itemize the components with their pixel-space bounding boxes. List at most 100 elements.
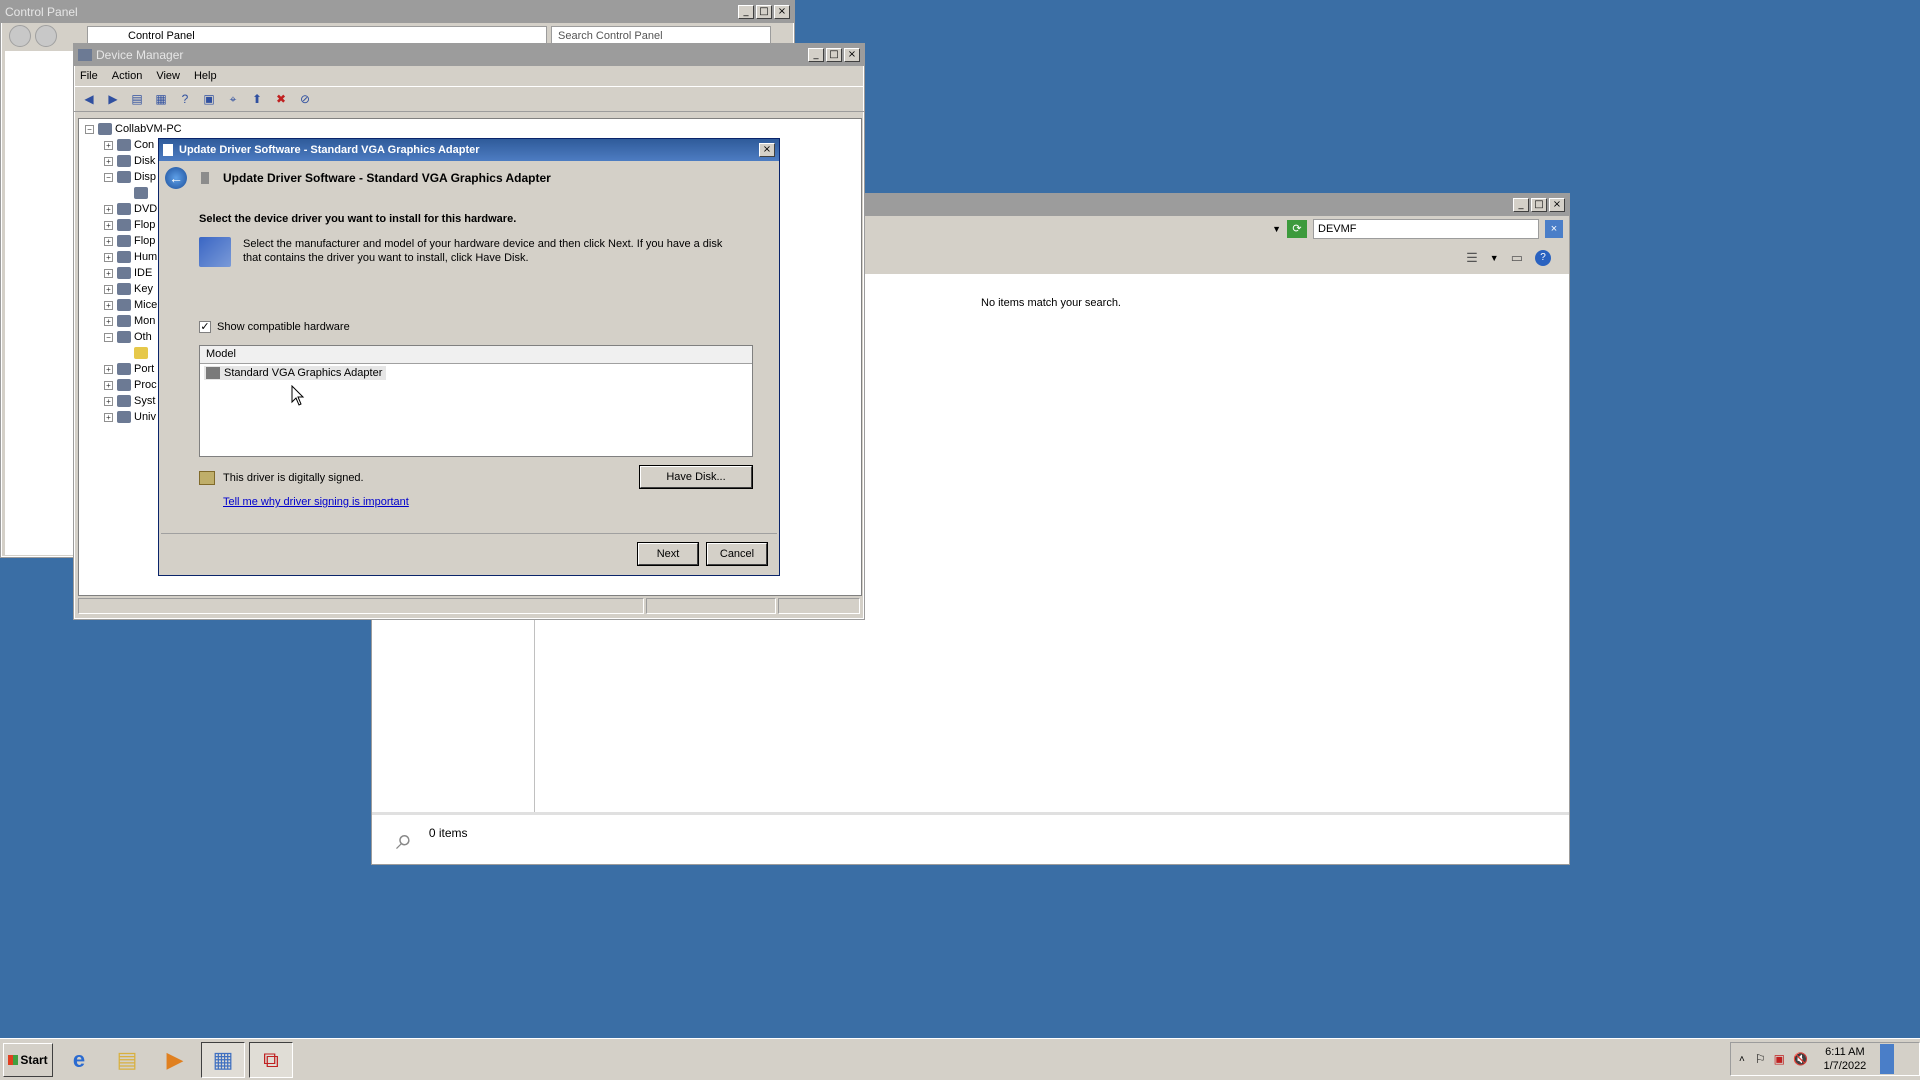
device-manager-titlebar[interactable]: Device Manager _ □ × xyxy=(74,44,864,66)
device-category-icon xyxy=(117,219,131,231)
help-icon[interactable]: ? xyxy=(176,90,194,108)
device-category-icon xyxy=(117,315,131,327)
close-button[interactable]: × xyxy=(1549,198,1565,212)
show-compatible-checkbox[interactable]: ✓ xyxy=(199,321,211,333)
cancel-button[interactable]: Cancel xyxy=(707,543,767,565)
no-items-message: No items match your search. xyxy=(981,297,1121,309)
status-bar xyxy=(78,598,860,616)
driver-icon xyxy=(201,172,209,184)
uninstall-icon[interactable]: ✖ xyxy=(272,90,290,108)
close-button[interactable]: × xyxy=(774,5,790,19)
minimize-button[interactable]: _ xyxy=(738,5,754,19)
dialog-titlebar[interactable]: Update Driver Software - Standard VGA Gr… xyxy=(159,139,779,161)
driver-signing-link[interactable]: Tell me why driver signing is important xyxy=(223,496,409,508)
collapse-icon[interactable]: − xyxy=(85,124,94,134)
menu-view[interactable]: View xyxy=(156,70,180,82)
clear-search-icon[interactable]: × xyxy=(1545,220,1563,238)
help-icon[interactable]: ? xyxy=(1535,250,1551,266)
model-list[interactable]: Model Standard VGA Graphics Adapter xyxy=(199,345,753,457)
maximize-button[interactable]: □ xyxy=(826,48,842,62)
computer-icon xyxy=(98,123,112,135)
toolbar: ◀ ▶ ▤ ▦ ? ▣ ⌖ ⬆ ✖ ⊘ xyxy=(74,86,864,112)
device-category-icon xyxy=(117,283,131,295)
clock[interactable]: 6:11 AM 1/7/2022 xyxy=(1814,1045,1876,1073)
preview-pane-icon[interactable]: ▭ xyxy=(1511,250,1523,266)
device-category-icon xyxy=(117,411,131,423)
instruction-text: Select the manufacturer and model of you… xyxy=(243,238,723,264)
device-category-icon xyxy=(117,251,131,263)
device-category-icon xyxy=(117,331,131,343)
device-category-icon xyxy=(117,395,131,407)
windows-logo-icon xyxy=(8,1054,19,1065)
back-nav-icon[interactable] xyxy=(9,25,31,47)
device-category-icon xyxy=(117,379,131,391)
display-adapter-icon xyxy=(134,187,148,199)
clock-date: 1/7/2022 xyxy=(1823,1060,1867,1072)
device-category-icon xyxy=(117,267,131,279)
device-manager-taskbar-icon[interactable]: ⧉ xyxy=(249,1041,293,1078)
device-category-icon xyxy=(117,299,131,311)
device-category-icon xyxy=(117,363,131,375)
unknown-device-icon xyxy=(134,347,148,359)
forward-arrow-icon[interactable]: ▶ xyxy=(104,90,122,108)
refresh-icon[interactable]: ⟳ xyxy=(1287,220,1307,238)
control-panel-title: Control Panel xyxy=(5,5,78,19)
dialog-title-icon xyxy=(163,144,173,156)
views-icon[interactable]: ☰ xyxy=(1466,250,1478,266)
dialog-header: Update Driver Software - Standard VGA Gr… xyxy=(223,171,551,185)
menu-action[interactable]: Action xyxy=(112,70,143,82)
dialog-title: Update Driver Software - Standard VGA Gr… xyxy=(179,144,480,156)
device-manager-icon xyxy=(78,49,92,61)
have-disk-button[interactable]: Have Disk... xyxy=(640,466,752,488)
item-count: 0 items xyxy=(428,825,468,840)
show-hidden-icons-icon[interactable]: ˄ xyxy=(1739,1054,1745,1065)
windows-explorer-icon[interactable]: ▤ xyxy=(105,1042,149,1078)
maximize-button[interactable]: □ xyxy=(1531,198,1547,212)
hardware-icon xyxy=(199,237,231,267)
mouse-cursor-icon xyxy=(291,385,305,406)
views-dropdown-icon[interactable]: ▼ xyxy=(1490,253,1499,263)
action-center-flag-icon[interactable]: ⚐ xyxy=(1755,1052,1766,1066)
minimize-button[interactable]: _ xyxy=(1513,198,1529,212)
forward-nav-icon[interactable] xyxy=(35,25,57,47)
show-compatible-label: Show compatible hardware xyxy=(217,321,350,333)
dialog-close-button[interactable]: × xyxy=(759,143,775,157)
list-item[interactable]: Standard VGA Graphics Adapter xyxy=(200,364,752,382)
view-icon[interactable]: ▣ xyxy=(200,90,218,108)
properties-icon[interactable]: ▦ xyxy=(152,90,170,108)
control-panel-titlebar[interactable]: Control Panel _ □ × xyxy=(1,1,794,23)
control-panel-search-input[interactable]: Search Control Panel xyxy=(558,30,663,42)
search-input[interactable]: DEVMF xyxy=(1318,223,1357,235)
model-column-header[interactable]: Model xyxy=(200,346,752,364)
scan-hardware-icon[interactable]: ⌖ xyxy=(224,90,242,108)
minimize-button[interactable]: _ xyxy=(808,48,824,62)
internet-explorer-icon[interactable]: e xyxy=(57,1042,101,1078)
back-arrow-icon[interactable]: ← xyxy=(165,167,187,189)
tree-root[interactable]: − CollabVM-PC xyxy=(85,121,182,137)
media-player-icon[interactable]: ▶ xyxy=(153,1042,197,1078)
show-hide-tree-icon[interactable]: ▤ xyxy=(128,90,146,108)
display-adapter-icon xyxy=(206,367,220,379)
device-category-icon xyxy=(117,139,131,151)
device-category-icon xyxy=(117,155,131,167)
clock-time: 6:11 AM xyxy=(1825,1046,1865,1058)
back-arrow-icon[interactable]: ◀ xyxy=(80,90,98,108)
device-category-icon xyxy=(117,171,131,183)
network-icon[interactable]: ▣ xyxy=(1774,1052,1785,1066)
instruction-heading: Select the device driver you want to ins… xyxy=(199,213,517,225)
next-button[interactable]: Next xyxy=(638,543,698,565)
address-dropdown-icon[interactable]: ▼ xyxy=(1272,224,1281,234)
menu-help[interactable]: Help xyxy=(194,70,217,82)
start-button[interactable]: Start xyxy=(3,1042,53,1077)
device-manager-title: Device Manager xyxy=(96,48,184,62)
disable-device-icon[interactable]: ⊘ xyxy=(296,90,314,108)
close-button[interactable]: × xyxy=(844,48,860,62)
device-category-icon xyxy=(117,203,131,215)
volume-icon[interactable]: 🔇 xyxy=(1793,1052,1808,1066)
maximize-button[interactable]: □ xyxy=(756,5,772,19)
menu-file[interactable]: File xyxy=(80,70,98,82)
show-desktop-button[interactable] xyxy=(1879,1044,1894,1074)
update-driver-icon[interactable]: ⬆ xyxy=(248,90,266,108)
control-panel-taskbar-icon[interactable]: ▦ xyxy=(201,1041,245,1078)
address-breadcrumb[interactable]: Control Panel xyxy=(128,30,195,42)
